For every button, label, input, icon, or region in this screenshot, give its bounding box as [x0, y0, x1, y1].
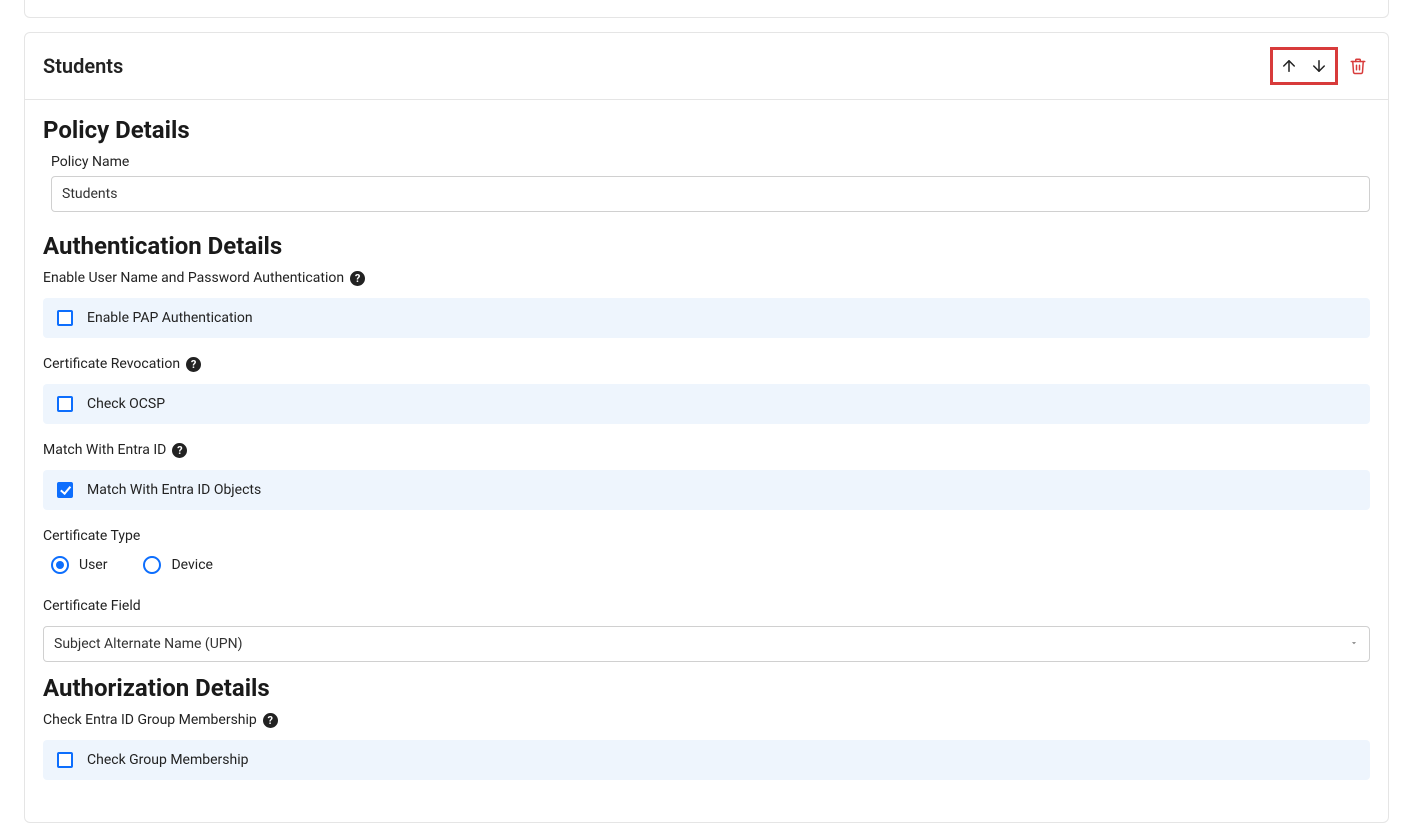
match-entra-text: Match With Entra ID: [43, 442, 166, 458]
check-group-membership-row: Check Group Membership: [43, 740, 1370, 780]
help-icon[interactable]: ?: [172, 443, 187, 458]
policy-details-heading: Policy Details: [43, 116, 1370, 144]
match-entra-objects-checkbox[interactable]: [57, 482, 73, 498]
policy-name-label: Policy Name: [43, 154, 1370, 170]
reorder-highlight-box: [1270, 47, 1338, 85]
help-icon[interactable]: ?: [186, 357, 201, 372]
cert-type-device-radio[interactable]: Device: [143, 556, 212, 574]
help-icon[interactable]: ?: [263, 713, 278, 728]
move-down-button[interactable]: [1307, 54, 1331, 78]
enable-pap-checkbox[interactable]: [57, 310, 73, 326]
enable-pap-label: Enable PAP Authentication: [87, 310, 253, 326]
match-entra-label: Match With Entra ID ?: [43, 442, 1370, 458]
authz-details-heading: Authorization Details: [43, 674, 1370, 702]
cert-field-label: Certificate Field: [43, 598, 1370, 614]
cert-type-label: Certificate Type: [43, 528, 1370, 544]
cert-revocation-text: Certificate Revocation: [43, 356, 180, 372]
cert-type-radio-group: User Device: [43, 556, 1370, 574]
radio-device: [143, 556, 161, 574]
check-ocsp-label: Check OCSP: [87, 396, 165, 412]
auth-details-heading: Authentication Details: [43, 232, 1370, 260]
card-title: Students: [43, 54, 123, 78]
help-icon[interactable]: ?: [350, 271, 365, 286]
arrow-up-icon: [1280, 57, 1298, 75]
match-entra-objects-label: Match With Entra ID Objects: [87, 482, 261, 498]
cert-revocation-label: Certificate Revocation ?: [43, 356, 1370, 372]
cert-field-select[interactable]: Subject Alternate Name (UPN): [43, 626, 1370, 662]
card-header: Students: [25, 33, 1388, 100]
check-ocsp-checkbox[interactable]: [57, 396, 73, 412]
radio-user: [51, 556, 69, 574]
card-actions: [1270, 47, 1370, 85]
radio-user-label: User: [79, 557, 107, 573]
enable-pap-row: Enable PAP Authentication: [43, 298, 1370, 338]
enable-userpass-label: Enable User Name and Password Authentica…: [43, 270, 1370, 286]
card-body: Policy Details Policy Name Authenticatio…: [25, 100, 1388, 822]
cert-field-value: Subject Alternate Name (UPN): [54, 636, 243, 652]
check-group-membership-checkbox[interactable]: [57, 752, 73, 768]
match-entra-objects-row: Match With Entra ID Objects: [43, 470, 1370, 510]
policy-name-input[interactable]: [51, 176, 1370, 212]
policy-card: Students Policy Details Policy Name Auth…: [24, 32, 1389, 823]
trash-icon: [1349, 57, 1367, 75]
cert-type-text: Certificate Type: [43, 528, 140, 544]
radio-device-label: Device: [171, 557, 212, 573]
previous-card-bottom: [24, 0, 1389, 18]
check-group-text: Check Entra ID Group Membership: [43, 712, 257, 728]
arrow-down-icon: [1310, 57, 1328, 75]
delete-button[interactable]: [1346, 54, 1370, 78]
check-group-membership-label: Check Group Membership: [87, 752, 248, 768]
chevron-down-icon: [1349, 636, 1359, 652]
check-ocsp-row: Check OCSP: [43, 384, 1370, 424]
cert-field-text: Certificate Field: [43, 598, 141, 614]
enable-userpass-text: Enable User Name and Password Authentica…: [43, 270, 344, 286]
move-up-button[interactable]: [1277, 54, 1301, 78]
cert-type-user-radio[interactable]: User: [51, 556, 107, 574]
check-group-label: Check Entra ID Group Membership ?: [43, 712, 1370, 728]
